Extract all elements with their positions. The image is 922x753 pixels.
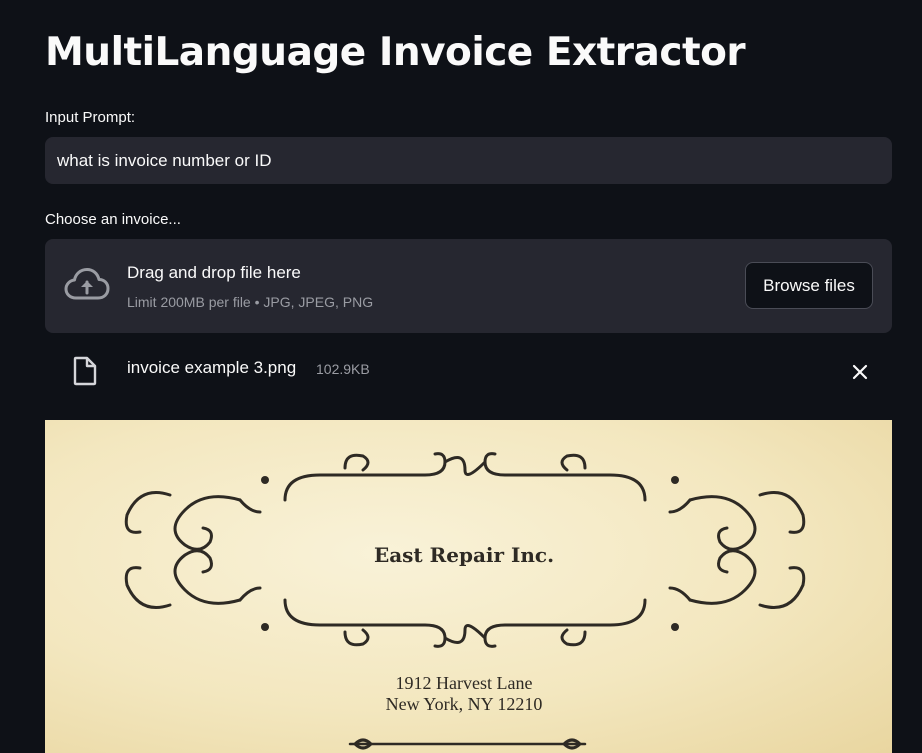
page-title: MultiLanguage Invoice Extractor [45, 30, 746, 75]
uploaded-file-item: invoice example 3.png 102.9KB [45, 350, 892, 394]
close-icon[interactable] [848, 360, 872, 384]
invoice-image-preview: East Repair Inc. 1912 Harvest Lane New Y… [45, 420, 892, 753]
file-name: invoice example 3.png [127, 358, 297, 377]
file-icon [73, 356, 97, 386]
prompt-label: Input Prompt: [45, 109, 136, 126]
cloud-upload-icon [64, 268, 110, 300]
uploader-label: Choose an invoice... [45, 211, 181, 228]
dropzone-limit-text: Limit 200MB per file • JPG, JPEG, PNG [127, 294, 374, 310]
invoice-company-name: East Repair Inc. [373, 543, 555, 567]
prompt-input[interactable] [45, 137, 892, 184]
invoice-address-line-1: 1912 Harvest Lane [395, 673, 533, 693]
browse-files-button[interactable]: Browse files [745, 262, 873, 309]
invoice-address-line-2: New York, NY 12210 [385, 694, 543, 714]
file-size: 102.9KB [316, 361, 370, 377]
file-dropzone[interactable]: Drag and drop file here Limit 200MB per … [45, 239, 892, 333]
dropzone-instructions: Drag and drop file here [127, 263, 301, 282]
